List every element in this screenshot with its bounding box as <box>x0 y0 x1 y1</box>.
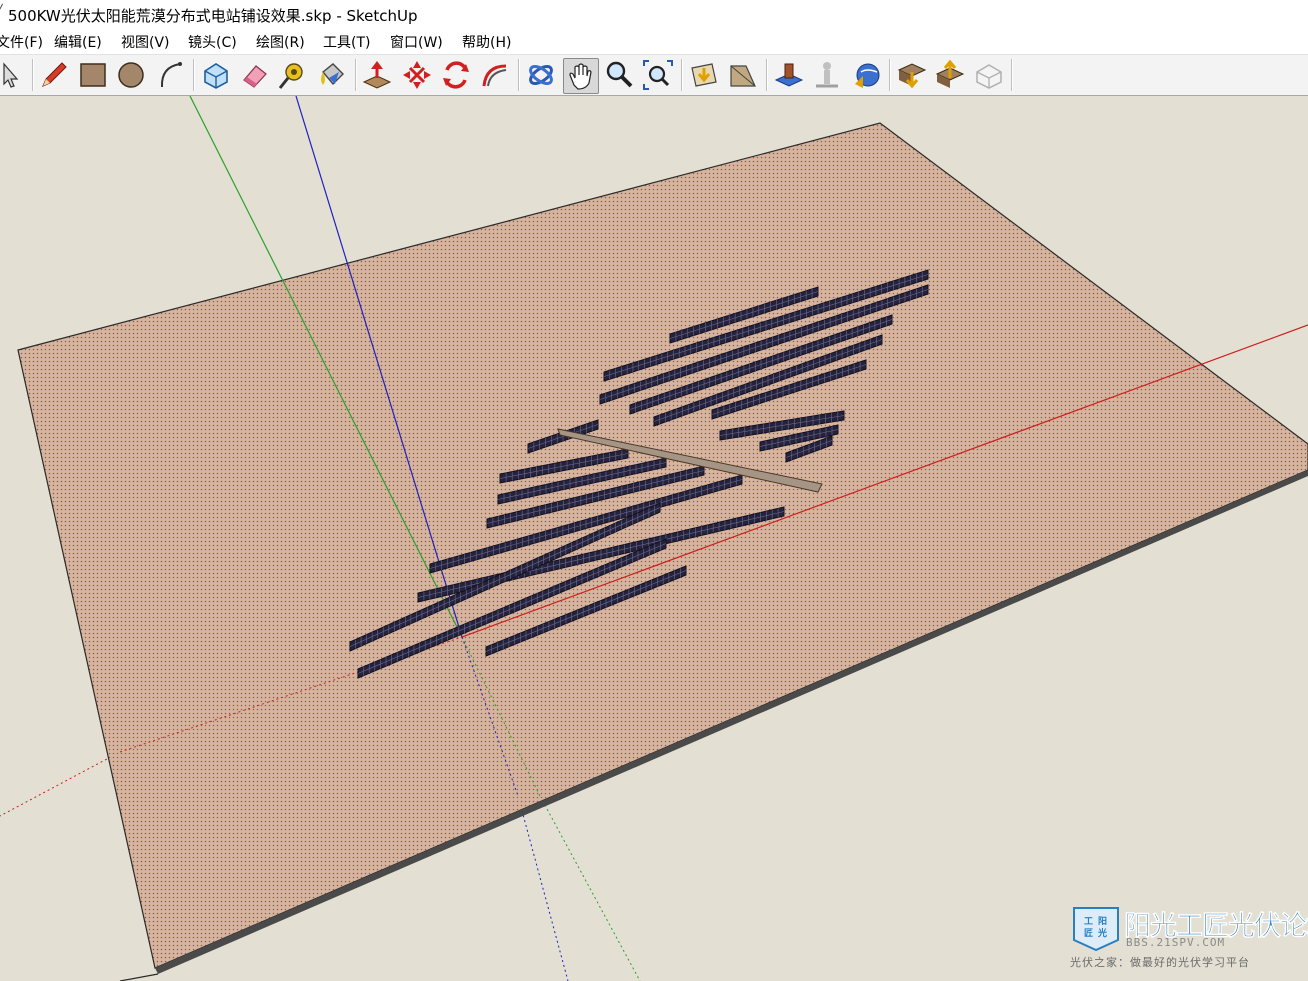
zoom-extents-icon[interactable] <box>641 58 675 92</box>
paint-bucket-icon[interactable] <box>315 58 349 92</box>
toolbar-separator <box>681 59 683 91</box>
toolbar-separator <box>32 59 34 91</box>
app-icon: ╱ <box>0 4 4 17</box>
toggle-terrain-icon[interactable] <box>810 58 844 92</box>
select-arrow-icon[interactable] <box>0 58 26 92</box>
forum-watermark: 工 阳 匠 光 阳光工匠光伏论坛 BBS.21SPV.COM 光伏之家：做最好的… <box>1068 906 1308 976</box>
forum-logo-icon: 工 阳 匠 光 <box>1073 907 1119 952</box>
make-component-icon[interactable] <box>199 58 233 92</box>
menu-help[interactable]: 帮助(H) <box>462 32 511 52</box>
toolbar-separator <box>193 59 195 91</box>
zoom-icon[interactable] <box>602 58 636 92</box>
menu-edit[interactable]: 编辑(E) <box>54 32 102 52</box>
toolbar-separator <box>766 59 768 91</box>
follow-me-icon[interactable] <box>478 58 512 92</box>
menu-bar: 文件(F) 编辑(E) 视图(V) 镜头(C) 绘图(R) 工具(T) 窗口(W… <box>0 28 1308 54</box>
scene-canvas[interactable] <box>0 96 1308 981</box>
svg-text:阳: 阳 <box>1098 916 1107 927</box>
forum-url: BBS.21SPV.COM <box>1126 936 1226 949</box>
next-view-icon[interactable] <box>726 58 760 92</box>
green-axis-dotted <box>539 795 641 981</box>
get-models-icon[interactable] <box>895 58 929 92</box>
menu-view[interactable]: 视图(V) <box>121 32 170 52</box>
svg-text:光: 光 <box>1097 927 1107 939</box>
arc-icon[interactable] <box>153 58 187 92</box>
menu-window[interactable]: 窗口(W) <box>390 32 443 52</box>
toolbar-separator <box>355 59 357 91</box>
blue-axis-dotted <box>517 795 569 981</box>
previous-view-icon[interactable] <box>687 58 721 92</box>
add-location-icon[interactable] <box>772 58 806 92</box>
google-earth-icon[interactable] <box>849 58 883 92</box>
model-viewport[interactable]: 工 阳 匠 光 阳光工匠光伏论坛 BBS.21SPV.COM 光伏之家：做最好的… <box>0 96 1308 981</box>
window-title: 500KW光伏太阳能荒漠分布式电站铺设效果.skp - SketchUp <box>8 7 418 25</box>
toolbar-separator <box>889 59 891 91</box>
toolbar <box>0 54 1308 96</box>
push-pull-icon[interactable] <box>360 58 394 92</box>
pencil-line-icon[interactable] <box>37 58 71 92</box>
svg-text:匠: 匠 <box>1084 928 1093 939</box>
ground-edge-line <box>119 973 159 981</box>
menu-camera[interactable]: 镜头(C) <box>188 32 237 52</box>
rotate-icon[interactable] <box>439 58 473 92</box>
tape-measure-icon[interactable] <box>276 58 310 92</box>
toolbar-separator <box>1011 59 1013 91</box>
svg-text:工: 工 <box>1084 916 1093 927</box>
eraser-icon[interactable] <box>238 58 272 92</box>
title-bar: ╱ 500KW光伏太阳能荒漠分布式电站铺设效果.skp - SketchUp <box>0 0 1308 28</box>
share-component-icon[interactable] <box>972 58 1006 92</box>
red-axis-dotted <box>0 751 121 817</box>
move-icon[interactable] <box>400 58 434 92</box>
share-model-icon[interactable] <box>933 58 967 92</box>
orbit-icon[interactable] <box>524 58 558 92</box>
pan-hand-icon[interactable] <box>563 58 599 94</box>
toolbar-separator <box>518 59 520 91</box>
ground-plane[interactable] <box>17 122 1308 981</box>
menu-file[interactable]: 文件(F) <box>0 32 43 52</box>
menu-tools[interactable]: 工具(T) <box>323 32 370 52</box>
menu-draw[interactable]: 绘图(R) <box>256 32 305 52</box>
forum-slogan: 光伏之家：做最好的光伏学习平台 <box>1070 956 1250 969</box>
circle-icon[interactable] <box>114 58 148 92</box>
rectangle-icon[interactable] <box>76 58 110 92</box>
